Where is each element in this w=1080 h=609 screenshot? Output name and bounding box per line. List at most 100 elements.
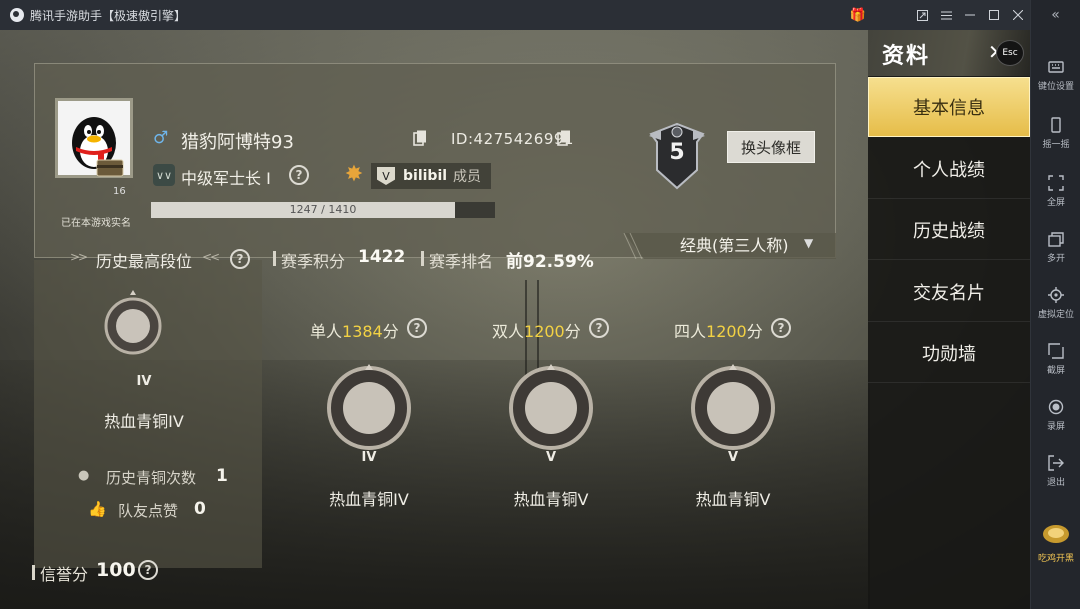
clan-role: 成员 [453,169,482,185]
credit-label: 信誉分 [40,565,89,584]
fullscreen-icon [1048,174,1064,191]
credit-help-icon[interactable]: ? [138,560,158,580]
gift-icon[interactable]: 🎁 [846,0,870,30]
mode-points: 1200 [706,322,747,341]
shake-icon [1051,116,1061,133]
clan-badge-icon: V [377,167,395,185]
divider [32,565,35,580]
keyboard-icon [1048,60,1064,73]
xp-progress-bar: 1247 / 1410 [151,202,495,218]
menu-item-friend-card[interactable]: 交友名片 [868,262,1030,322]
sidebar-item-pubg[interactable]: 吃鸡开黑 [1031,512,1080,572]
record-icon [1048,399,1064,414]
rank-chevron-icon: ∨∨ [153,164,175,186]
game-viewport: 16 已在本游戏实名 ♂ 猎豹阿博特93 ID:4275426991 ∨∨ 中级… [0,30,1030,609]
minimize-icon[interactable] [958,0,982,30]
season-points-value: 1422 [358,247,406,267]
right-arrows-icon: << [202,250,220,264]
season-points-label: 赛季积分 [281,252,346,271]
menu-title: 资料 [882,44,931,69]
close-icon[interactable] [1006,0,1030,30]
mode-points: 1384 [342,322,383,341]
collapse-sidebar-icon[interactable]: « [1031,0,1080,30]
badge-roman: IV [361,450,377,465]
game-mode-select[interactable]: 经典(第三人称) [680,232,789,256]
male-icon: ♂ [153,128,169,148]
menu-header: 资料 ✕ Esc [868,30,1030,76]
mode-label: 四人1200分 [674,322,763,341]
sidebar-item-location[interactable]: 虚拟定位 [1031,278,1080,328]
sidebar-item-keymap[interactable]: 键位设置 [1031,50,1080,100]
credit-value: 100 [96,559,136,581]
rank-help-icon[interactable]: ? [289,165,309,185]
badge-roman: V [727,450,739,465]
realname-note: 已在本游戏实名 [61,218,131,229]
clan-emblem-icon: ✸ [344,162,364,187]
user-id: ID:4275426991 [451,130,574,148]
profile-card: 16 已在本游戏实名 ♂ 猎豹阿博特93 ID:4275426991 ∨∨ 中级… [34,63,836,258]
sidebar-item-record[interactable]: 录屏 [1031,390,1080,440]
left-arrows-icon: >> [70,250,88,264]
clan-tag[interactable]: V bilibil 成员 [371,163,492,189]
history-title: 历史最高段位 [96,252,193,271]
multi-window-icon [1048,231,1064,247]
badge-name: 热血青铜Ⅴ [513,490,589,509]
sidebar-item-fullscreen[interactable]: 全屏 [1031,166,1080,216]
chevron-down-icon[interactable]: ▼ [804,236,813,250]
copy-id-icon[interactable] [557,130,571,146]
sidebar-item-shake[interactable]: 摇一摇 [1031,108,1080,158]
sidebar-item-multi[interactable]: 多开 [1031,222,1080,272]
rank-title: 中级军士长 I [181,169,271,188]
squad-help-icon[interactable]: ? [771,318,791,338]
history-badge-roman: IV [136,374,152,389]
copy-nickname-icon[interactable] [413,130,427,146]
thumbs-up-icon: 👍 [88,500,107,518]
change-avatar-frame-button[interactable]: 换头像框 [727,131,815,163]
esc-button[interactable]: Esc [996,40,1024,66]
profile-menu: 资料 ✕ Esc 基本信息 个人战绩 历史战绩 交友名片 功勋墙 [868,30,1030,609]
mode-label: 双人1200分 [492,322,581,341]
avatar-level: 16 [113,186,126,197]
season-rank-label: 赛季排名 [429,252,494,271]
crate-badge-icon [96,159,124,177]
pubg-icon [1043,524,1069,543]
mode-points: 1200 [524,322,565,341]
app-logo-icon [10,8,24,22]
season-rank-value: 前92.59% [506,252,594,272]
likes-value: 0 [194,499,206,519]
likes-label: 队友点赞 [118,502,179,520]
window-titlebar: 腾讯手游助手【极速傲引擎】 🎁 [0,0,1030,30]
exit-icon [1048,454,1064,471]
mode-label: 单人1384分 [310,322,399,341]
popout-icon[interactable] [910,0,934,30]
divider [273,251,276,266]
history-count-value: 1 [216,466,228,486]
solo-help-icon[interactable]: ? [407,318,427,338]
history-count-label: 历史青铜次数 [106,469,197,487]
badge-name: 热血青铜Ⅴ [695,490,771,509]
emulator-sidebar: « 键位设置 摇一摇 全屏 多开 虚拟定位 截屏 录屏 退出 吃鸡开黑 [1030,0,1080,609]
menu-item-history-record[interactable]: 历史战绩 [868,200,1030,260]
badge-roman: V [545,450,557,465]
bronze-badge-history-icon [104,290,162,355]
screenshot-icon [1048,342,1064,359]
sidebar-item-exit[interactable]: 退出 [1031,446,1080,496]
maximize-icon[interactable] [982,0,1006,30]
menu-item-personal-record[interactable]: 个人战绩 [868,139,1030,199]
menu-item-merit-wall[interactable]: 功勋墙 [868,323,1030,383]
clan-name: bilibil [403,168,448,184]
badge-name: 热血青铜IV [329,490,409,509]
bronze-count-icon: ● [78,468,90,483]
history-help-icon[interactable]: ? [230,249,250,269]
location-icon [1048,286,1064,303]
menu-item-basic-info[interactable]: 基本信息 [868,77,1030,137]
tier-level: 5 [669,140,685,165]
menu-icon[interactable] [934,0,958,30]
sidebar-item-screenshot[interactable]: 截屏 [1031,334,1080,384]
nickname: 猎豹阿博特93 [181,132,294,153]
history-badge-name: 热血青铜IV [104,412,184,431]
divider [421,251,424,266]
window-title: 腾讯手游助手【极速傲引擎】 [30,8,187,23]
duo-help-icon[interactable]: ? [589,318,609,338]
xp-progress-text: 1247 / 1410 [289,203,357,216]
